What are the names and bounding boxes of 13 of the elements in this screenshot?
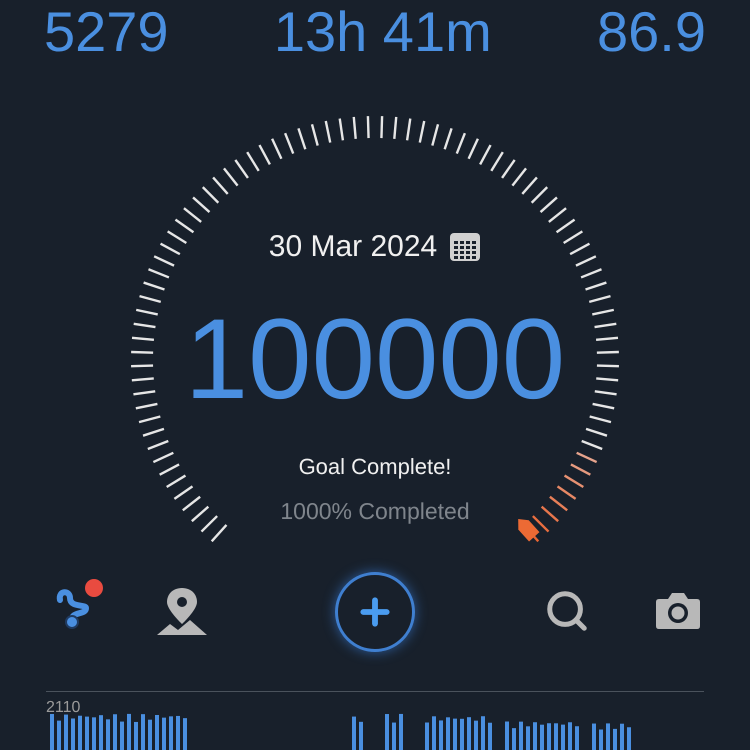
step-count: 100000	[184, 298, 566, 422]
goal-status: Goal Complete!	[298, 453, 452, 481]
add-button[interactable]	[335, 572, 415, 652]
date-label[interactable]: 30 Mar 2024	[268, 224, 438, 269]
stat-value: 13h 41m	[274, 0, 492, 64]
chart-label: 2110	[46, 698, 80, 718]
stat-value: 86.9	[596, 0, 706, 64]
stat-value: 5279	[44, 0, 169, 64]
calendar-icon[interactable]	[449, 230, 482, 262]
gauge-marker-icon	[518, 519, 540, 542]
map-pin-icon[interactable]	[156, 586, 208, 636]
progress-text: 1000% Completed	[280, 497, 470, 526]
camera-icon[interactable]	[655, 592, 701, 630]
